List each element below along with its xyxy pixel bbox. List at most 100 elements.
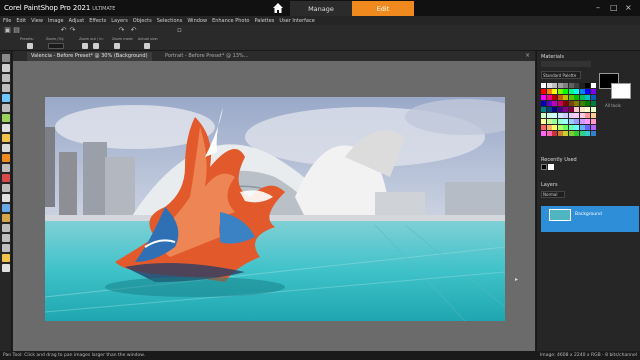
preset-shape-icon[interactable] xyxy=(2,234,10,242)
color-swatch[interactable] xyxy=(590,113,596,118)
color-swatch[interactable] xyxy=(546,125,552,130)
color-swatch[interactable] xyxy=(557,125,563,130)
color-swatch[interactable] xyxy=(546,107,552,112)
color-swatch[interactable] xyxy=(590,119,596,124)
color-swatch[interactable] xyxy=(541,107,546,112)
color-swatch[interactable] xyxy=(574,131,579,136)
color-swatch[interactable] xyxy=(579,119,585,124)
color-swatch[interactable] xyxy=(552,95,557,100)
doc-tab-portrait[interactable]: Portrait - Before Preset* @ 13%... xyxy=(161,52,252,61)
color-swatch[interactable] xyxy=(541,125,546,130)
color-swatch[interactable] xyxy=(568,113,574,118)
color-swatch[interactable] xyxy=(579,89,585,94)
color-swatch[interactable] xyxy=(557,113,563,118)
minimize-icon[interactable]: – xyxy=(596,3,600,12)
color-swatch[interactable] xyxy=(590,95,596,100)
color-swatch[interactable] xyxy=(541,119,546,124)
makeover-tool-icon[interactable] xyxy=(2,154,10,162)
color-swatch[interactable] xyxy=(585,113,590,118)
close-icon[interactable]: × xyxy=(625,3,632,12)
tab-edit[interactable]: Edit xyxy=(352,1,414,16)
color-swatch[interactable] xyxy=(579,131,585,136)
color-swatch[interactable] xyxy=(546,119,552,124)
color-swatch[interactable] xyxy=(541,95,546,100)
color-swatch[interactable] xyxy=(546,89,552,94)
color-swatch[interactable] xyxy=(563,131,568,136)
color-swatch[interactable] xyxy=(579,125,585,130)
zoom-percent-input[interactable] xyxy=(48,43,64,49)
color-swatch[interactable] xyxy=(563,101,568,106)
color-swatch[interactable] xyxy=(557,95,563,100)
menu-effects[interactable]: Effects xyxy=(89,18,106,24)
dodge-tool-icon[interactable] xyxy=(2,164,10,172)
color-swatch[interactable] xyxy=(552,89,557,94)
color-swatch[interactable] xyxy=(563,119,568,124)
close-tab-icon[interactable]: × xyxy=(525,52,530,59)
background-color[interactable] xyxy=(611,83,631,99)
lock-icon[interactable]: ▫ xyxy=(176,27,183,34)
blend-mode-select[interactable]: Normal xyxy=(541,191,565,198)
presets-button[interactable] xyxy=(27,43,33,49)
freehand-selection-icon[interactable] xyxy=(2,84,10,92)
straighten-tool-icon[interactable] xyxy=(2,114,10,122)
paint-brush-icon[interactable] xyxy=(2,174,10,182)
color-swatch[interactable] xyxy=(546,95,552,100)
layer-row-background[interactable]: Background xyxy=(541,206,639,232)
color-swatch[interactable] xyxy=(552,113,557,118)
menu-view[interactable]: View xyxy=(31,18,43,24)
document-image[interactable] xyxy=(45,97,505,321)
color-swatch[interactable] xyxy=(590,89,596,94)
color-swatch[interactable] xyxy=(541,101,546,106)
color-swatch[interactable] xyxy=(574,125,579,130)
color-swatch[interactable] xyxy=(568,119,574,124)
color-swatch[interactable] xyxy=(579,107,585,112)
menu-image[interactable]: Image xyxy=(48,18,64,24)
color-swatch[interactable] xyxy=(557,89,563,94)
color-swatch[interactable] xyxy=(541,83,546,88)
redo-icon[interactable]: ↷ xyxy=(69,27,76,34)
color-swatch[interactable] xyxy=(590,83,596,88)
color-swatch[interactable] xyxy=(568,83,574,88)
color-swatch[interactable] xyxy=(552,83,557,88)
color-swatch[interactable] xyxy=(546,101,552,106)
mesh-warp-icon[interactable] xyxy=(2,264,10,272)
undo-arrow-icon[interactable]: ↶ xyxy=(130,27,137,34)
color-swatch[interactable] xyxy=(557,83,563,88)
color-swatch[interactable] xyxy=(574,101,579,106)
color-swatch[interactable] xyxy=(568,101,574,106)
selection-tool-icon[interactable] xyxy=(2,74,10,82)
art-media-icon[interactable] xyxy=(2,214,10,222)
color-swatch[interactable] xyxy=(563,113,568,118)
color-swatch[interactable] xyxy=(579,83,585,88)
color-swatch[interactable] xyxy=(546,83,552,88)
eraser-tool-icon[interactable] xyxy=(2,194,10,202)
color-swatch[interactable] xyxy=(568,125,574,130)
undo-icon[interactable]: ↶ xyxy=(60,27,67,34)
color-swatch[interactable] xyxy=(568,95,574,100)
color-swatch[interactable] xyxy=(585,95,590,100)
menu-palettes[interactable]: Palettes xyxy=(254,18,274,24)
color-swatch[interactable] xyxy=(585,89,590,94)
color-swatch[interactable] xyxy=(546,113,552,118)
clone-brush-icon[interactable] xyxy=(2,144,10,152)
color-swatch[interactable] xyxy=(574,89,579,94)
color-swatch[interactable] xyxy=(590,131,596,136)
menu-window[interactable]: Window xyxy=(187,18,207,24)
pan-tool-icon[interactable] xyxy=(2,54,10,62)
color-swatch[interactable] xyxy=(574,83,579,88)
color-swatch[interactable] xyxy=(563,107,568,112)
zoom-out-button[interactable] xyxy=(82,43,88,49)
maximize-icon[interactable]: □ xyxy=(610,3,618,12)
red-eye-tool-icon[interactable] xyxy=(2,134,10,142)
open-icon[interactable]: ▤ xyxy=(13,27,20,34)
menu-objects[interactable]: Objects xyxy=(133,18,152,24)
color-swatch[interactable] xyxy=(590,101,596,106)
redo-arrow-icon[interactable]: ↷ xyxy=(118,27,125,34)
home-icon[interactable] xyxy=(272,2,284,14)
color-swatch[interactable] xyxy=(590,125,596,130)
color-swatch[interactable] xyxy=(541,131,546,136)
menu-selections[interactable]: Selections xyxy=(157,18,183,24)
color-swatch[interactable] xyxy=(552,101,557,106)
color-swatch[interactable] xyxy=(563,89,568,94)
crop-tool-icon[interactable] xyxy=(2,104,10,112)
